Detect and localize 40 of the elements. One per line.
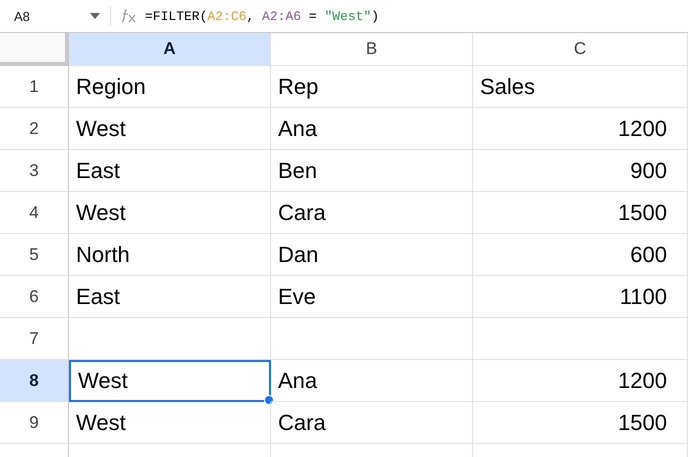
row-header[interactable]: 5 <box>0 234 69 276</box>
table-cell: 1200 <box>473 360 688 402</box>
table-cell: East <box>69 150 271 192</box>
row-header[interactable]: 1 <box>0 66 69 108</box>
row-header[interactable]: 4 <box>0 192 69 234</box>
table-cell: Cara <box>271 192 473 234</box>
table-cell: Ana <box>271 108 473 150</box>
table-cell: West <box>69 108 271 150</box>
name-box[interactable]: A8 <box>0 8 90 24</box>
table-cell: West <box>69 192 271 234</box>
formula-input[interactable]: =FILTER(A2:C6, A2:A6 = "West") <box>145 8 380 24</box>
table-cell: Ben <box>271 150 473 192</box>
column-header[interactable]: A <box>69 33 271 66</box>
row-header[interactable]: 9 <box>0 402 69 444</box>
table-cell: North <box>69 234 271 276</box>
table-cell: West <box>69 402 271 444</box>
table-cell: Dan <box>271 234 473 276</box>
table-cell: 1200 <box>473 108 688 150</box>
column-header[interactable]: C <box>473 33 688 66</box>
table-cell: Ana <box>271 360 473 402</box>
table-cell: 1500 <box>473 402 688 444</box>
row-header[interactable]: 6 <box>0 276 69 318</box>
active-cell[interactable]: West <box>69 360 271 402</box>
table-cell: 1100 <box>473 276 688 318</box>
table-cell: Sales <box>473 66 688 108</box>
table-cell: 1500 <box>473 192 688 234</box>
row-header[interactable]: 3 <box>0 150 69 192</box>
caret-icon[interactable] <box>90 13 100 19</box>
table-cell: Rep <box>271 66 473 108</box>
table-cell: 600 <box>473 234 688 276</box>
table-cell: East <box>69 276 271 318</box>
column-header[interactable]: B <box>271 33 473 66</box>
fx-icon <box>121 8 137 24</box>
row-header[interactable]: 2 <box>0 108 69 150</box>
fill-handle[interactable] <box>264 395 274 405</box>
table-cell: Region <box>69 66 271 108</box>
row-header[interactable]: 8 <box>0 360 69 402</box>
table-cell: 900 <box>473 150 688 192</box>
table-cell: Cara <box>271 402 473 444</box>
table-cell: Eve <box>271 276 473 318</box>
